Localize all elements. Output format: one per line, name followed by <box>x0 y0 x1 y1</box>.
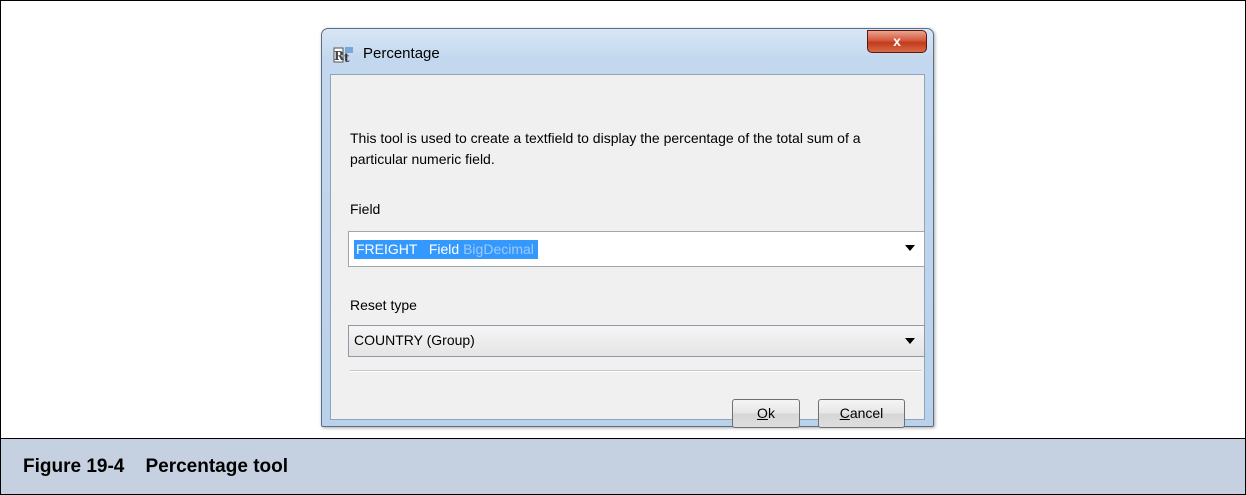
cancel-mnemonic: C <box>839 405 850 421</box>
close-button[interactable]: x <box>867 30 927 53</box>
figure-frame: R t Percentage x This tool is used to cr… <box>0 0 1246 495</box>
dialog-body: This tool is used to create a textfield … <box>330 74 925 428</box>
field-type: BigDecimal <box>463 241 534 257</box>
ok-button[interactable]: Ok <box>732 399 800 428</box>
jasper-report-icon: R t <box>333 47 353 65</box>
svg-text:t: t <box>344 51 350 65</box>
description-text: This tool is used to create a textfield … <box>350 130 861 167</box>
field-combobox[interactable]: FREIGHT Field BigDecimal <box>348 231 925 267</box>
cancel-button[interactable]: Cancel <box>818 399 905 428</box>
reset-type-value: COUNTRY (Group) <box>354 332 475 348</box>
percentage-dialog: R t Percentage x This tool is used to cr… <box>321 28 934 428</box>
ok-mnemonic: O <box>757 405 768 421</box>
reset-type-select[interactable]: COUNTRY (Group) <box>348 325 925 357</box>
separator <box>350 370 921 372</box>
dialog-title: Percentage <box>363 45 440 62</box>
ok-label-rest: k <box>767 405 775 421</box>
close-icon: x <box>893 33 901 49</box>
title-bar[interactable]: R t Percentage x <box>322 29 933 74</box>
chevron-down-icon[interactable] <box>905 338 915 344</box>
cancel-label-rest: ancel <box>849 405 884 421</box>
field-label: Field <box>350 201 381 217</box>
field-selected-text[interactable]: FREIGHT Field BigDecimal <box>354 240 538 259</box>
chevron-down-icon[interactable] <box>905 245 915 251</box>
reset-type-label: Reset type <box>350 297 417 313</box>
figure-caption: Figure 19-4 Percentage tool <box>23 456 289 477</box>
field-name: FREIGHT Field <box>356 241 464 257</box>
